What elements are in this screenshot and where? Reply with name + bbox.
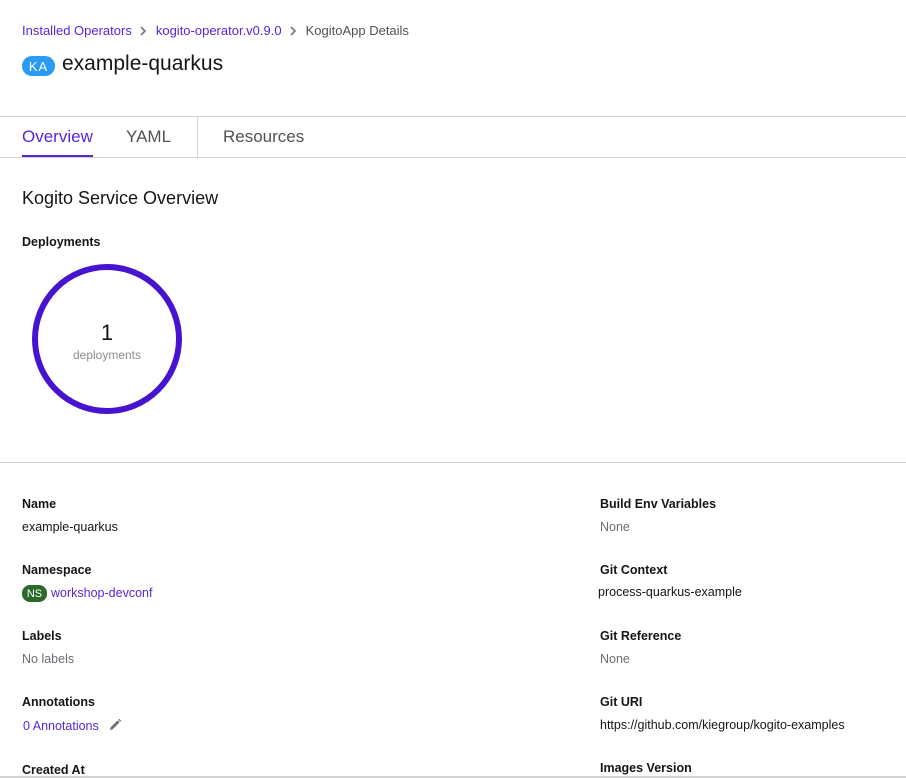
breadcrumb-current: KogitoApp Details bbox=[305, 23, 409, 38]
deployments-label: Deployments bbox=[22, 235, 101, 249]
tab-resources[interactable]: Resources bbox=[223, 117, 304, 157]
tab-divider bbox=[197, 117, 198, 157]
git-uri-value: https://github.com/kiegroup/kogito-examp… bbox=[600, 718, 845, 732]
chevron-right-icon bbox=[140, 25, 146, 36]
namespace-label: Namespace bbox=[22, 563, 92, 577]
tabs-bottom-border bbox=[0, 157, 906, 158]
tab-overview[interactable]: Overview bbox=[22, 117, 93, 158]
chevron-right-icon bbox=[290, 25, 296, 36]
namespace-value-row: NS workshop-devconf bbox=[22, 585, 152, 602]
breadcrumb-operator[interactable]: kogito-operator.v0.9.0 bbox=[156, 23, 282, 38]
namespace-badge: NS bbox=[22, 585, 47, 602]
page-title: example-quarkus bbox=[62, 52, 224, 75]
name-label: Name bbox=[22, 497, 57, 511]
annotations-value-row: 0 Annotations bbox=[23, 718, 122, 735]
deployments-unit: deployments bbox=[72, 348, 142, 362]
git-uri-label: Git URI bbox=[600, 695, 643, 709]
git-reference-value: None bbox=[600, 652, 630, 666]
page-header: KA example-quarkus bbox=[22, 52, 223, 76]
namespace-link[interactable]: workshop-devconf bbox=[51, 586, 152, 600]
images-version-label: Images Version bbox=[600, 761, 692, 775]
deployments-count: 1 bbox=[100, 320, 114, 345]
git-context-label: Git Context bbox=[600, 563, 668, 577]
name-value: example-quarkus bbox=[22, 520, 118, 534]
annotations-label: Annotations bbox=[22, 695, 95, 709]
tab-yaml[interactable]: YAML bbox=[126, 117, 171, 157]
annotations-link[interactable]: 0 Annotations bbox=[23, 719, 99, 733]
section-divider bbox=[0, 462, 906, 463]
git-reference-label: Git Reference bbox=[600, 629, 682, 643]
breadcrumb-installed-operators[interactable]: Installed Operators bbox=[22, 23, 132, 38]
pencil-icon[interactable] bbox=[108, 718, 122, 735]
build-env-value: None bbox=[600, 520, 630, 534]
build-env-label: Build Env Variables bbox=[600, 497, 717, 511]
labels-value: No labels bbox=[22, 652, 75, 666]
resource-kind-badge: KA bbox=[22, 56, 55, 76]
section-title: Kogito Service Overview bbox=[22, 188, 219, 208]
git-context-value: process-quarkus-example bbox=[598, 585, 742, 599]
created-at-label: Created At bbox=[22, 763, 85, 777]
breadcrumb: Installed Operators kogito-operator.v0.9… bbox=[22, 23, 409, 38]
labels-label: Labels bbox=[22, 629, 62, 643]
